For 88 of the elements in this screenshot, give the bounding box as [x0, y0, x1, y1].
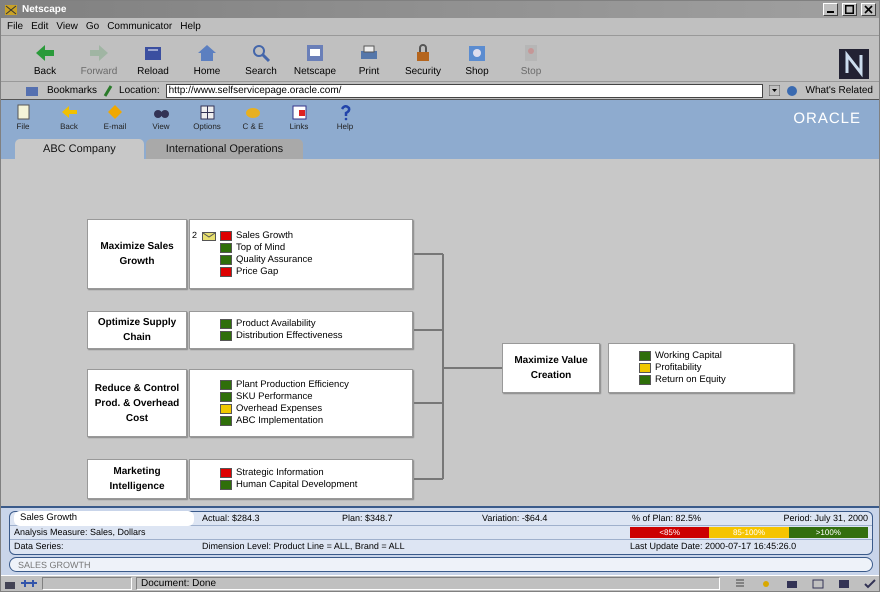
menu-item[interactable]: Help	[180, 19, 201, 34]
arrow-left-icon	[60, 104, 78, 121]
toolbar-button[interactable]: Reload	[133, 42, 173, 79]
last-update: Last Update Date: 2000-07-17 16:45:26.0	[630, 540, 798, 554]
percent-of-plan: % of Plan: 82.5%	[631, 512, 702, 525]
measure-link[interactable]: Profitability	[655, 360, 702, 376]
document-icon	[14, 104, 32, 121]
app-icon	[4, 4, 18, 16]
objective-node: Reduce & Control Prod. & Overhead Cost	[87, 369, 187, 437]
measure-link[interactable]: Return on Equity	[655, 372, 726, 388]
menu-item[interactable]: Edit	[31, 19, 48, 34]
dimension-level: Dimension Level: Product Line = ALL, Brand = ALL	[202, 540, 405, 554]
objective-node: Maximize Sales Growth	[87, 219, 187, 289]
legend-item: <85%	[630, 527, 710, 538]
measure-link[interactable]: Top of Mind	[236, 240, 286, 256]
brand-logo: ORACLE	[793, 109, 861, 129]
toolbar-button[interactable]: Options	[193, 104, 221, 133]
objective-node: Marketing Intelligence	[87, 459, 187, 499]
tab[interactable]: ABC Company	[15, 138, 144, 159]
measure-link[interactable]: Sales Growth	[236, 228, 294, 244]
measure-field: Sales Growth	[14, 511, 194, 526]
measure-link[interactable]: ABC Implementation	[236, 414, 324, 428]
close-button[interactable]	[861, 3, 876, 16]
grid-icon	[198, 104, 216, 121]
legend-item: >100%	[788, 527, 868, 538]
maximize-icon	[845, 5, 854, 14]
dropdown-icon[interactable]	[768, 85, 780, 96]
toolbar-button[interactable]: Back	[25, 42, 65, 79]
minimize-button[interactable]	[823, 3, 838, 16]
note-count: 2	[192, 229, 198, 242]
search-icon	[250, 42, 272, 64]
toolbar-button[interactable]: Links	[285, 104, 313, 133]
bookmarks-button[interactable]: Bookmarks	[47, 83, 98, 98]
checkmark-icon[interactable]	[864, 578, 876, 590]
objective-node: Optimize Supply Chain	[87, 311, 187, 349]
status-text: Document: Done	[136, 577, 720, 590]
window-title: Netscape	[22, 3, 66, 17]
toolbar-button[interactable]: Home	[187, 42, 227, 79]
toolbar-button[interactable]: Netscape	[295, 42, 335, 79]
measure-link[interactable]: Price Gap	[236, 264, 278, 280]
measure-link[interactable]: Plant Production Efficiency	[236, 378, 349, 392]
connection-icon	[20, 578, 38, 589]
logo-icon	[839, 49, 869, 79]
menu-item[interactable]: Communicator	[107, 19, 172, 34]
measure-link[interactable]: Quality Assurance	[236, 252, 313, 268]
menu-item[interactable]: File	[7, 19, 24, 34]
variation-value: Variation: -$64.4	[481, 512, 548, 525]
measure-title-bar: SALES GROWTH	[9, 557, 873, 572]
arrow-right-icon	[88, 42, 110, 64]
list-icon[interactable]	[734, 578, 746, 590]
period-value: Period: July 31, 2000	[783, 512, 868, 525]
diamond-icon	[106, 104, 124, 121]
url-field[interactable]: http://www.selfservicepage.oracle.com/	[166, 84, 762, 98]
measure-link[interactable]: Human Capital Development	[236, 478, 358, 492]
toolbar-button[interactable]: Help	[331, 104, 359, 133]
toolbar-button[interactable]: Shop	[457, 42, 497, 79]
measure-link[interactable]: Distribution Effectiveness	[236, 328, 342, 344]
measure-link[interactable]: Overhead Expenses	[236, 402, 322, 416]
toolbar-button[interactable]: Search	[241, 42, 281, 79]
toolbar-button[interactable]: Security	[403, 42, 443, 79]
legend-item: 85-100%	[709, 527, 789, 538]
tab[interactable]: International Operations	[146, 138, 304, 159]
location-label: Location:	[119, 84, 160, 98]
toolbar-button[interactable]: E-mail	[101, 104, 129, 133]
measure-link[interactable]: Strategic Information	[236, 466, 324, 480]
toolbar-button[interactable]: Print	[349, 42, 389, 79]
close-icon	[864, 5, 873, 14]
home-icon	[196, 42, 218, 64]
arrow-left-icon	[34, 42, 56, 64]
measure-link[interactable]: SKU Performance	[236, 390, 313, 404]
minimize-icon	[827, 11, 834, 13]
measure-link[interactable]: Working Capital	[655, 348, 722, 364]
toolbar-button[interactable]: Back	[55, 104, 83, 133]
menu-item[interactable]: Go	[86, 19, 100, 34]
analysis-measure: Analysis Measure: Sales, Dollars	[14, 526, 146, 539]
plan-value: Plan: $348.7	[341, 512, 394, 525]
maximize-button[interactable]	[842, 3, 857, 16]
envelope-icon[interactable]	[202, 232, 216, 240]
toolbar-button[interactable]: C & E	[239, 104, 267, 133]
related-button[interactable]: What's Related	[806, 83, 873, 98]
objective-node: Maximize Value Creation	[502, 343, 600, 393]
menu-item[interactable]: View	[56, 19, 78, 34]
actual-value: Actual: $284.3	[201, 512, 261, 525]
toolbar-button[interactable]: View	[147, 104, 175, 133]
toolbar-button[interactable]: File	[9, 104, 37, 133]
newspaper-icon	[304, 42, 326, 64]
data-series-label: Data Series:	[14, 540, 65, 554]
measure-link[interactable]: Product Availability	[236, 316, 316, 332]
